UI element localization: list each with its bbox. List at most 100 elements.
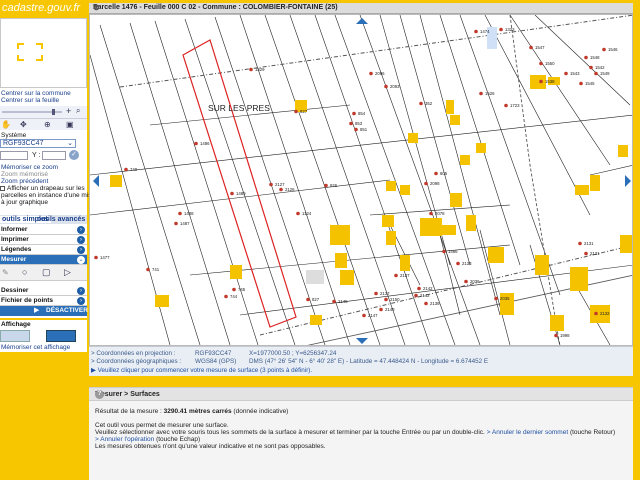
display-mode-icon[interactable]	[0, 330, 30, 342]
parcel-number: 1723	[510, 103, 520, 108]
refresh-icon[interactable]: ↻	[93, 3, 619, 12]
cancel-operation-link[interactable]: > Annuler l'opération	[95, 436, 154, 443]
parcel-number: 827	[312, 297, 320, 302]
parcel-marker	[269, 182, 273, 187]
parcel-marker	[584, 251, 588, 256]
parcel-number: 1477	[100, 255, 110, 260]
circle-tool-icon[interactable]: ○	[22, 267, 27, 277]
overview-map[interactable]	[0, 18, 87, 88]
parcel-marker	[369, 71, 373, 76]
parcel-number: 1329	[255, 67, 265, 72]
parcel-marker	[394, 273, 398, 278]
flag-text-1: Afficher un drapeau sur les	[7, 185, 85, 192]
parcel-marker	[554, 333, 558, 338]
flag-text-2: parcelles en instance d'une mise	[1, 192, 96, 199]
center-commune-link[interactable]: Centrer sur la commune	[1, 90, 71, 97]
y-label: Y :	[32, 152, 41, 159]
map-canvas[interactable]: 1329 2096 2093 1323 1547 1546 1549 1538 1543 1542…	[90, 15, 633, 346]
parcel-number: 1323	[505, 27, 515, 32]
pan-up-icon[interactable]	[356, 18, 368, 24]
parcel-number: 1489	[236, 191, 246, 196]
target-icon[interactable]: ⊕	[44, 120, 51, 129]
parcel-number: 2036	[470, 279, 480, 284]
display-mode-2-icon[interactable]	[46, 330, 76, 342]
section-fichier-points[interactable]: Fichier de points ›	[0, 296, 87, 306]
info-line-2: Veuillez sélectionner avec votre souris …	[95, 429, 615, 436]
parcel-marker	[474, 29, 478, 34]
systeme-label: Système	[1, 132, 27, 139]
flag-checkbox[interactable]	[0, 186, 5, 191]
flag-tool-icon[interactable]: ▷	[64, 267, 71, 278]
systeme-select[interactable]: RGF93CC47 ⌄	[0, 139, 76, 148]
parcel-marker	[499, 27, 503, 32]
parcel-number: 2142	[423, 286, 433, 291]
parcel-number: 2126	[285, 187, 295, 192]
section-imprimer[interactable]: Imprimer ›	[0, 235, 87, 245]
section-mesurer[interactable]: Mesurer ⌄	[0, 255, 87, 265]
parcel-marker	[124, 167, 128, 172]
parcel-number: 2137	[400, 273, 410, 278]
pan-right-icon[interactable]	[625, 175, 631, 187]
parcel-marker	[602, 47, 606, 52]
pencil-icon[interactable]: ✎	[2, 268, 9, 277]
parcel-marker	[94, 255, 98, 260]
parcel-number: 2127	[275, 182, 285, 187]
zoom-memorise-link[interactable]: Zoom mémorisé	[1, 171, 48, 178]
systeme-select-value: RGF93CC47	[3, 140, 44, 147]
cadastral-map[interactable]: 1329 2096 2093 1323 1547 1546 1549 1538 1543 1542…	[89, 14, 633, 346]
parcel-number: 1548	[590, 55, 600, 60]
tools-tabs: outils simples outils avancés	[0, 215, 87, 224]
y-input[interactable]	[42, 151, 66, 160]
zoom-slider-icon[interactable]	[2, 108, 62, 116]
parcel-number: 2147	[368, 313, 378, 318]
x-input[interactable]	[0, 151, 28, 160]
pan-left-icon[interactable]	[93, 175, 99, 187]
parcel-number: 1547	[535, 45, 545, 50]
tab-outils-avances[interactable]: outils avancés	[37, 216, 85, 223]
expand-icon: ›	[77, 226, 85, 234]
parcel-marker	[504, 103, 508, 108]
mesurer-label: Mesurer	[1, 256, 27, 263]
pan-down-icon[interactable]	[356, 338, 368, 344]
expand-icon: ›	[77, 246, 85, 254]
memoriser-zoom-link[interactable]: Mémoriser ce zoom	[1, 164, 58, 171]
help-icon[interactable]: ?	[95, 390, 104, 399]
viewport-frame-icon	[17, 43, 43, 61]
site-logo[interactable]: cadastre.gouv.fr	[0, 0, 87, 18]
parcel-marker	[294, 109, 298, 114]
parcel-marker	[224, 294, 228, 299]
cancel-last-vertex-link[interactable]: > Annuler le dernier sommet	[487, 429, 568, 436]
parcel-number: 1538	[545, 79, 555, 84]
validate-icon[interactable]: ✓	[69, 150, 79, 160]
imprimer-label: Imprimer	[1, 236, 29, 243]
move-icon[interactable]: ✥	[20, 120, 27, 129]
parcel-number: 1550	[545, 61, 555, 66]
center-feuille-link[interactable]: Centrer sur la feuille	[1, 97, 59, 104]
cancel-last-key: (touche Retour)	[569, 429, 616, 436]
extent-icon[interactable]: ▣	[66, 120, 74, 129]
section-informer[interactable]: Informer ›	[0, 225, 87, 235]
parcel-number: 2133	[462, 261, 472, 266]
magnifier-icon[interactable]: ⌕	[76, 106, 80, 116]
zoom-precedent-link[interactable]: Zoom précédent	[1, 178, 48, 185]
parcel-number: 1546	[608, 47, 618, 52]
parcel-marker	[354, 127, 358, 132]
parcel-marker	[332, 299, 336, 304]
parcel-marker	[578, 241, 582, 246]
polygon-tool-icon[interactable]: ▢	[42, 267, 51, 278]
legendes-label: Légendes	[1, 246, 32, 253]
parcel-number: 2132	[600, 311, 610, 316]
zoom-in-icon[interactable]: +	[66, 106, 71, 116]
parcel-number: 805	[440, 171, 448, 176]
section-legendes[interactable]: Légendes ›	[0, 245, 87, 255]
memoriser-affichage-link[interactable]: Mémoriser cet affichage	[1, 344, 70, 351]
desactiver-button[interactable]: ▶ DÉSACTIVER	[0, 306, 88, 316]
section-dessiner[interactable]: Dessiner ›	[0, 286, 87, 296]
parcel-number: 1543	[570, 71, 580, 76]
parcel-number: 2096	[375, 71, 385, 76]
parcel-marker	[306, 297, 310, 302]
pan-hand-icon[interactable]: ✋	[1, 120, 11, 129]
info-line-1: Cet outil vous permet de mesurer une sur…	[95, 422, 229, 429]
measure-panel-header: Mesurer > Surfaces ?	[89, 388, 633, 401]
parcel-marker	[194, 141, 198, 146]
